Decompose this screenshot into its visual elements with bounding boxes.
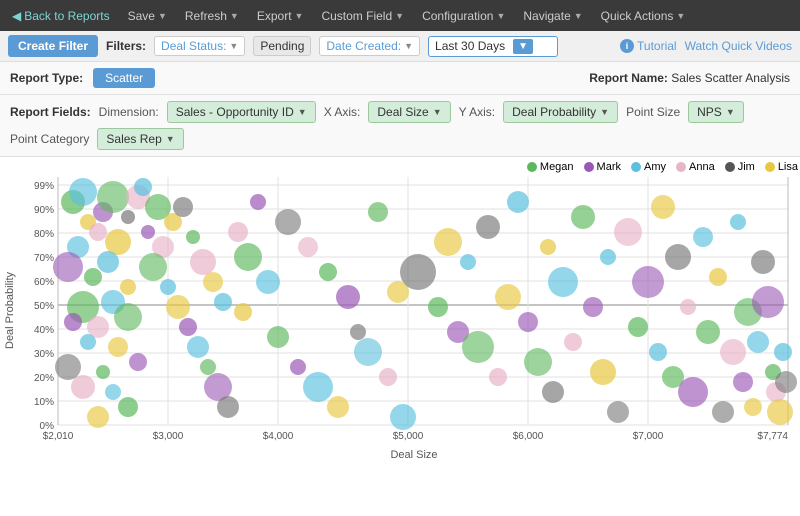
jim-dot xyxy=(725,162,735,172)
y-axis-dropdown[interactable]: Deal Probability ▼ xyxy=(503,101,618,123)
chart-inner: Megan Mark Amy Anna Jim Lisa xyxy=(20,157,800,463)
point-size-label: Point Size xyxy=(626,105,680,119)
megan-dot xyxy=(527,162,537,172)
x-axis-label: X Axis: xyxy=(324,105,361,119)
filters-label: Filters: xyxy=(106,39,146,53)
chart-legend: Megan Mark Amy Anna Jim Lisa xyxy=(20,157,800,177)
export-caret-icon: ▼ xyxy=(295,11,304,21)
report-name-value: Sales Scatter Analysis xyxy=(671,71,790,85)
svg-text:$5,000: $5,000 xyxy=(393,431,424,442)
dimension-caret-icon: ▼ xyxy=(298,107,307,117)
amy-dot xyxy=(631,162,641,172)
report-name-section: Report Name: Sales Scatter Analysis xyxy=(589,71,790,85)
watch-videos-link[interactable]: Watch Quick Videos xyxy=(685,39,792,53)
report-type-label: Report Type: xyxy=(10,71,83,85)
svg-text:$7,774: $7,774 xyxy=(757,431,788,442)
svg-text:$4,000: $4,000 xyxy=(263,431,294,442)
scatter-button[interactable]: Scatter xyxy=(93,68,155,88)
y-axis-label: Deal Probability xyxy=(0,157,20,463)
date-created-filter[interactable]: Date Created: ▼ xyxy=(319,36,420,56)
quick-actions-caret-icon: ▼ xyxy=(676,11,685,21)
x-axis-label: Deal Size xyxy=(20,447,800,463)
y-axis-label: Y Axis: xyxy=(459,105,495,119)
back-to-reports-button[interactable]: ◀ Back to Reports xyxy=(4,5,118,27)
svg-text:20%: 20% xyxy=(34,373,54,384)
fields-bar: Report Fields: Dimension: Sales - Opport… xyxy=(0,95,800,157)
create-filter-button[interactable]: Create Filter xyxy=(8,35,98,57)
lisa-label: Lisa xyxy=(778,161,798,173)
deal-status-filter[interactable]: Deal Status: ▼ xyxy=(154,36,245,56)
filter-bar: Create Filter Filters: Deal Status: ▼ Pe… xyxy=(0,31,800,62)
date-range-icon: ▼ xyxy=(513,39,533,54)
point-category-dropdown[interactable]: Sales Rep ▼ xyxy=(97,128,183,150)
svg-text:30%: 30% xyxy=(34,349,54,360)
legend-lisa: Lisa xyxy=(765,161,798,173)
dimension-label: Dimension: xyxy=(99,105,159,119)
point-category-caret-icon: ▼ xyxy=(166,134,175,144)
report-name-label: Report Name: xyxy=(589,71,668,85)
fields-row-2: Point Category Sales Rep ▼ xyxy=(10,128,790,150)
export-menu[interactable]: Export ▼ xyxy=(249,5,312,27)
quick-actions-menu[interactable]: Quick Actions ▼ xyxy=(593,5,694,27)
svg-text:$3,000: $3,000 xyxy=(153,431,184,442)
navigate-caret-icon: ▼ xyxy=(574,11,583,21)
y-axis-ticks: 99% 90% 80% 70% 60% 50% 40% 30% 20% 10% xyxy=(34,181,788,432)
legend-megan: Megan xyxy=(527,161,574,173)
x-axis-ticks: $2,010 $3,000 $4,000 $5,000 $6,000 $7,00… xyxy=(43,431,789,442)
pending-filter-value: Pending xyxy=(253,36,311,56)
svg-text:$2,010: $2,010 xyxy=(43,431,74,442)
legend-anna: Anna xyxy=(676,161,715,173)
top-navigation: ◀ Back to Reports Save ▼ Refresh ▼ Expor… xyxy=(0,0,800,31)
anna-label: Anna xyxy=(689,161,715,173)
refresh-caret-icon: ▼ xyxy=(230,11,239,21)
navigate-menu[interactable]: Navigate ▼ xyxy=(515,5,590,27)
deal-status-caret-icon: ▼ xyxy=(229,41,238,51)
dimension-dropdown[interactable]: Sales - Opportunity ID ▼ xyxy=(167,101,316,123)
svg-text:99%: 99% xyxy=(34,181,54,192)
configuration-menu[interactable]: Configuration ▼ xyxy=(414,5,513,27)
anna-dot xyxy=(676,162,686,172)
mark-label: Mark xyxy=(597,161,621,173)
custom-field-caret-icon: ▼ xyxy=(395,11,404,21)
lisa-dot xyxy=(765,162,775,172)
amy-label: Amy xyxy=(644,161,666,173)
fields-row-1: Report Fields: Dimension: Sales - Opport… xyxy=(10,101,790,123)
x-axis-dropdown[interactable]: Deal Size ▼ xyxy=(368,101,450,123)
date-created-caret-icon: ▼ xyxy=(404,41,413,51)
svg-text:90%: 90% xyxy=(34,205,54,216)
megan-label: Megan xyxy=(540,161,574,173)
svg-text:80%: 80% xyxy=(34,229,54,240)
point-category-label: Point Category xyxy=(10,132,89,146)
configuration-caret-icon: ▼ xyxy=(496,11,505,21)
point-size-caret-icon: ▼ xyxy=(726,107,735,117)
save-menu[interactable]: Save ▼ xyxy=(120,5,175,27)
svg-text:$7,000: $7,000 xyxy=(633,431,664,442)
legend-jim: Jim xyxy=(725,161,755,173)
scatter-chart: 99% 90% 80% 70% 60% 50% 40% 30% 20% 10% xyxy=(28,177,800,447)
chart-wrapper: Deal Probability Megan Mark Amy Anna Ji xyxy=(0,157,800,463)
mark-dot xyxy=(584,162,594,172)
report-type-bar: Report Type: Scatter Report Name: Sales … xyxy=(0,62,800,95)
save-caret-icon: ▼ xyxy=(158,11,167,21)
filter-bar-right: i Tutorial Watch Quick Videos xyxy=(620,39,792,53)
x-axis-caret-icon: ▼ xyxy=(433,107,442,117)
svg-text:40%: 40% xyxy=(34,325,54,336)
custom-field-menu[interactable]: Custom Field ▼ xyxy=(313,5,412,27)
legend-amy: Amy xyxy=(631,161,666,173)
jim-label: Jim xyxy=(738,161,755,173)
svg-text:10%: 10% xyxy=(34,397,54,408)
svg-text:60%: 60% xyxy=(34,277,54,288)
refresh-menu[interactable]: Refresh ▼ xyxy=(177,5,247,27)
tutorial-link[interactable]: i Tutorial xyxy=(620,39,677,53)
svg-text:50%: 50% xyxy=(34,301,54,312)
back-icon: ◀ xyxy=(12,9,21,23)
point-size-dropdown[interactable]: NPS ▼ xyxy=(688,101,744,123)
y-axis-caret-icon: ▼ xyxy=(600,107,609,117)
svg-text:$6,000: $6,000 xyxy=(513,431,544,442)
info-icon: i xyxy=(620,39,634,53)
svg-text:70%: 70% xyxy=(34,253,54,264)
date-range-dropdown[interactable]: Last 30 Days ▼ xyxy=(428,36,558,57)
report-fields-label: Report Fields: xyxy=(10,105,91,119)
legend-mark: Mark xyxy=(584,161,621,173)
